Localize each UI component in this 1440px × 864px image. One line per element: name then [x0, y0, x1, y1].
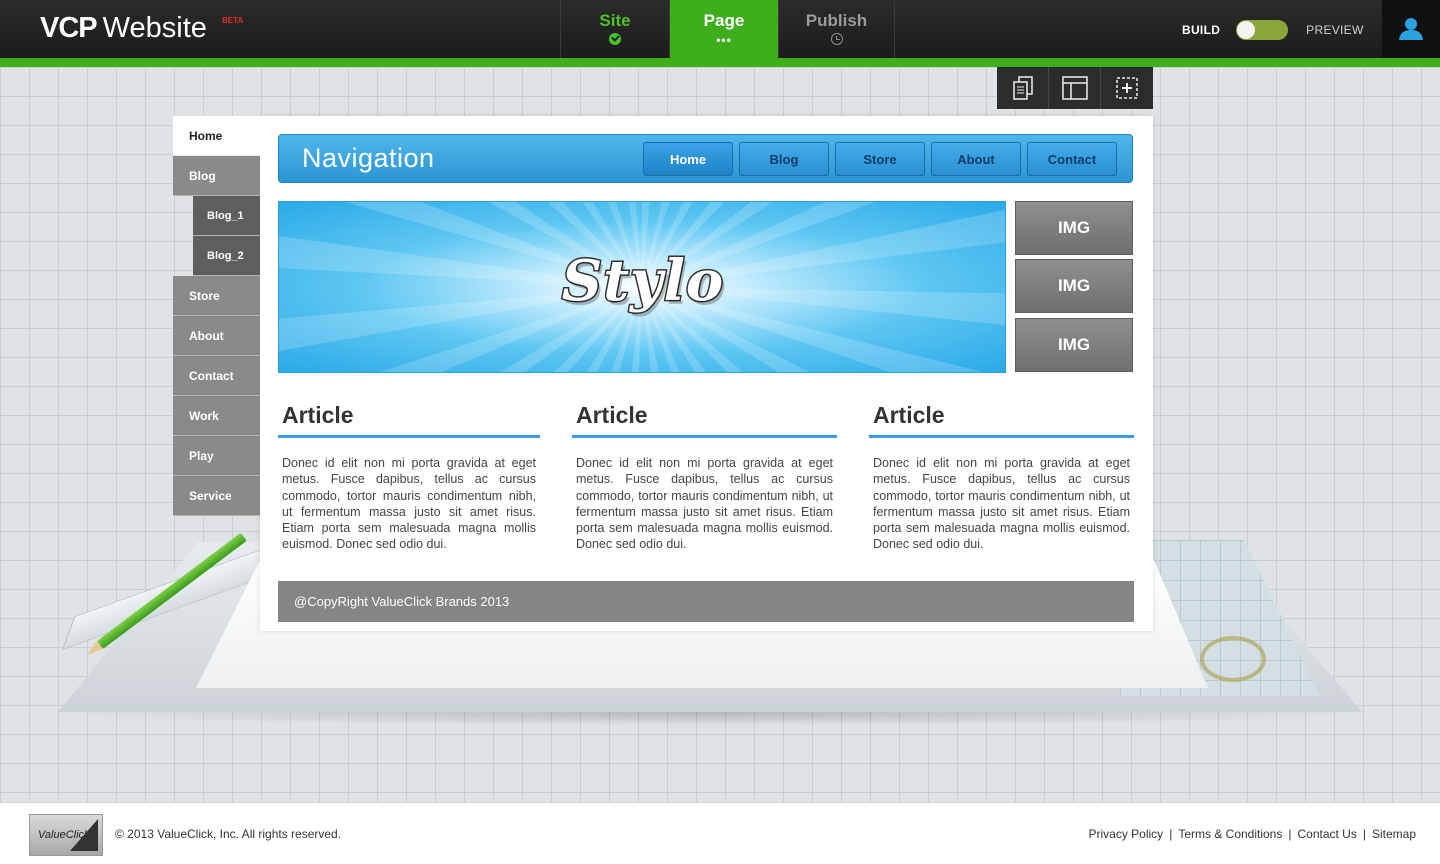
valueclick-logo[interactable]: ValueClick	[29, 814, 103, 856]
ellipsis-icon: •••	[716, 33, 732, 47]
coffee-ring	[1200, 636, 1266, 682]
pages-tool-button[interactable]	[997, 67, 1049, 109]
article-title: Article	[278, 402, 540, 438]
step-site[interactable]: Site	[561, 0, 670, 58]
preview-label[interactable]: PREVIEW	[1306, 23, 1363, 37]
nav-button-home[interactable]: Home	[643, 142, 733, 176]
contact-us-link[interactable]: Contact Us	[1297, 827, 1356, 841]
top-bar: VCP Website BETA Site Page ••• Publish BU…	[0, 0, 1440, 58]
privacy-policy-link[interactable]: Privacy Policy	[1089, 827, 1164, 841]
nav-button-store[interactable]: Store	[835, 142, 925, 176]
page-item-work[interactable]: Work	[173, 396, 260, 436]
check-icon	[609, 33, 621, 45]
step-site-label: Site	[599, 11, 631, 30]
page-item-service[interactable]: Service	[173, 476, 260, 516]
nav-title: Navigation	[302, 143, 435, 173]
article-body: Donec id elit non mi porta gravida at eg…	[282, 456, 536, 552]
terms-link[interactable]: Terms & Conditions	[1178, 827, 1282, 841]
link-separator: |	[1362, 827, 1366, 841]
add-element-icon	[1116, 77, 1138, 99]
page-item-about[interactable]: About	[173, 316, 260, 356]
page-item-contact[interactable]: Contact	[173, 356, 260, 396]
workflow-steps: Site Page ••• Publish	[560, 0, 895, 58]
article-body: Donec id elit non mi porta gravida at eg…	[873, 456, 1130, 552]
banner-logo: Stylo	[560, 247, 725, 316]
article-title: Article	[869, 402, 1134, 438]
site-footer-bar[interactable]: @CopyRight ValueClick Brands 2013	[278, 581, 1134, 622]
link-separator: |	[1288, 827, 1292, 841]
mode-switch: BUILD PREVIEW	[1182, 20, 1364, 40]
page-item-blog-1[interactable]: Blog_1	[193, 196, 260, 236]
nav-buttons: Home Blog Store About Contact	[643, 142, 1123, 176]
clock-icon	[830, 33, 843, 45]
article-block-3[interactable]: Article Donec id elit non mi porta gravi…	[869, 402, 1134, 553]
copyright-text: © 2013 ValueClick, Inc. All rights reser…	[115, 827, 342, 841]
build-preview-toggle[interactable]	[1236, 20, 1289, 40]
image-placeholder-2[interactable]: IMG	[1015, 259, 1133, 313]
page-item-home[interactable]: Home	[173, 116, 260, 156]
nav-button-blog[interactable]: Blog	[739, 142, 829, 176]
logo-website: Website	[102, 12, 207, 44]
sitemap-link[interactable]: Sitemap	[1372, 827, 1416, 841]
page-canvas	[260, 116, 1153, 631]
logo-vcp: VCP	[40, 12, 98, 44]
app-footer: ValueClick © 2013 ValueClick, Inc. All r…	[0, 802, 1440, 864]
image-placeholder-1[interactable]: IMG	[1015, 201, 1133, 255]
page-list: Home Blog Blog_1 Blog_2 Store About Cont…	[173, 116, 260, 516]
step-page[interactable]: Page •••	[670, 0, 779, 58]
nav-button-about[interactable]: About	[931, 142, 1021, 176]
page-item-blog-2[interactable]: Blog_2	[193, 236, 260, 276]
image-placeholder-3[interactable]: IMG	[1015, 318, 1133, 372]
build-label[interactable]: BUILD	[1182, 23, 1220, 37]
footer-links: Privacy Policy | Terms & Conditions | Co…	[1089, 827, 1417, 841]
beta-badge: BETA	[222, 16, 244, 25]
step-publish[interactable]: Publish	[779, 0, 895, 58]
page-item-blog[interactable]: Blog	[173, 156, 260, 196]
article-block-1[interactable]: Article Donec id elit non mi porta gravi…	[278, 402, 540, 553]
pages-icon	[1012, 76, 1033, 100]
layout-icon	[1061, 76, 1088, 100]
page-item-store[interactable]: Store	[173, 276, 260, 316]
app-logo[interactable]: VCP Website BETA	[40, 12, 243, 45]
article-title: Article	[572, 402, 837, 438]
user-icon	[1399, 18, 1423, 40]
step-page-label: Page	[703, 11, 745, 30]
article-body: Donec id elit non mi porta gravida at eg…	[576, 456, 833, 552]
add-element-tool-button[interactable]	[1101, 67, 1153, 109]
link-separator: |	[1169, 827, 1173, 841]
accent-strip	[0, 58, 1440, 67]
article-block-2[interactable]: Article Donec id elit non mi porta gravi…	[572, 402, 837, 553]
nav-button-contact[interactable]: Contact	[1027, 142, 1117, 176]
editor-toolbar	[997, 67, 1153, 109]
site-navigation-bar[interactable]: Navigation Home Blog Store About Contact	[278, 134, 1133, 183]
toggle-knob	[1237, 21, 1256, 39]
page-item-play[interactable]: Play	[173, 436, 260, 476]
step-publish-label: Publish	[805, 11, 868, 30]
layout-tool-button[interactable]	[1049, 67, 1101, 109]
user-button[interactable]	[1382, 0, 1440, 58]
hero-banner[interactable]: Stylo	[278, 201, 1006, 373]
